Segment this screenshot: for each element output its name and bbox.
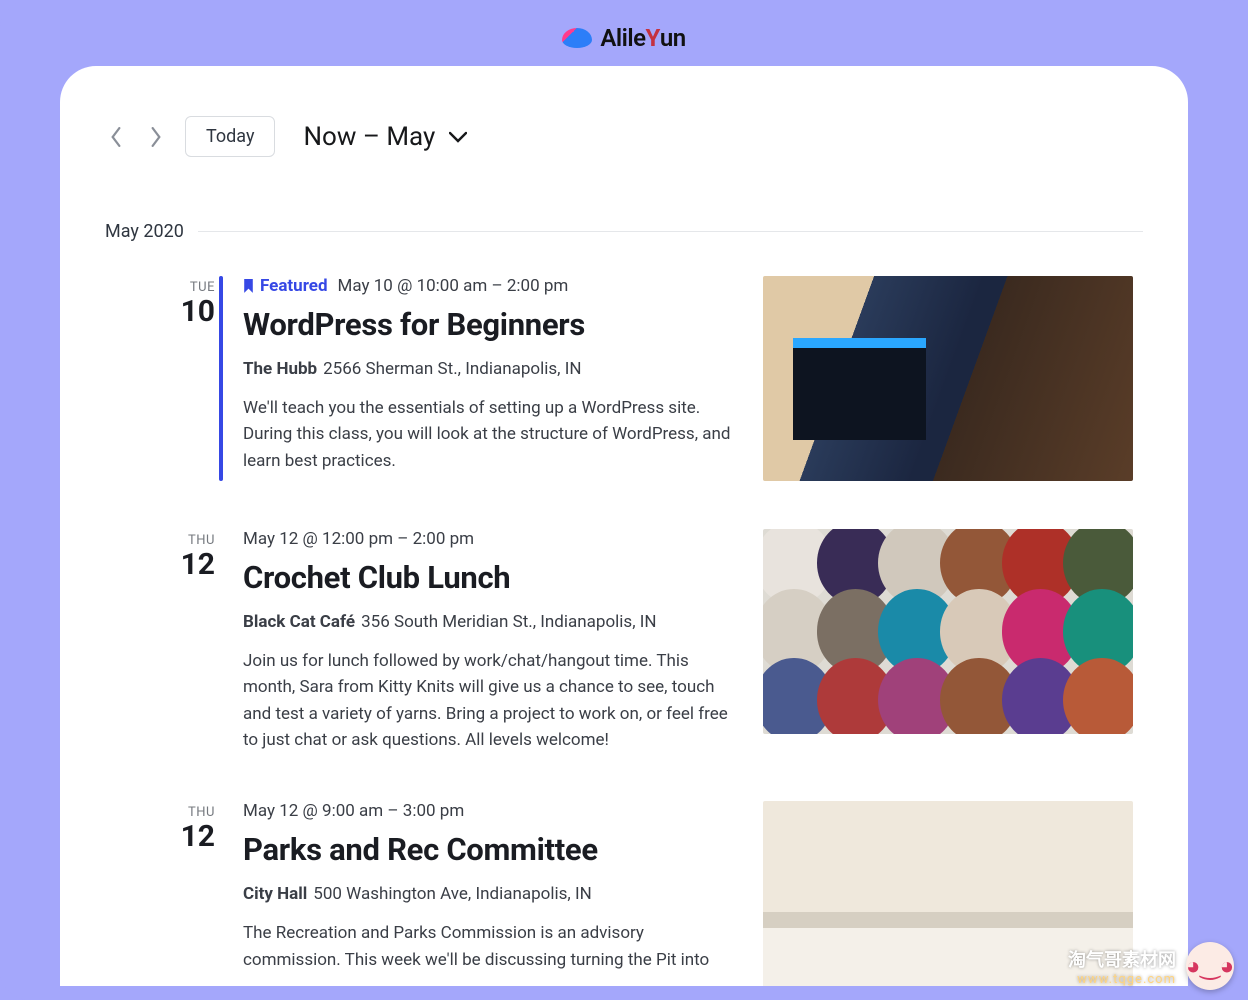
prev-button[interactable]	[105, 126, 127, 148]
day-number: 10	[105, 295, 215, 328]
event-image-wrap	[763, 276, 1143, 481]
chevron-right-icon	[150, 127, 162, 147]
event-content: May 12 @ 9:00 am – 3:00 pm Parks and Rec…	[243, 801, 735, 986]
logo-text: AlileYun	[600, 24, 685, 52]
watermark-mascot-icon: ◕‿◕	[1186, 942, 1234, 990]
event-datetime: May 10 @ 10:00 am – 2:00 pm	[338, 276, 569, 296]
event-datetime: May 12 @ 12:00 pm – 2:00 pm	[243, 529, 474, 549]
today-button[interactable]: Today	[185, 116, 275, 157]
event-description: The Recreation and Parks Commission is a…	[243, 920, 735, 973]
watermark: 淘气哥素材网 www.tqge.com ◕‿◕	[1068, 942, 1234, 990]
featured-indicator	[219, 276, 223, 481]
day-of-week: THU	[105, 533, 215, 548]
event-description: We'll teach you the essentials of settin…	[243, 395, 735, 474]
event-title[interactable]: Parks and Rec Committee	[243, 831, 735, 868]
event-meta: Featured May 10 @ 10:00 am – 2:00 pm	[243, 276, 735, 296]
event-content: Featured May 10 @ 10:00 am – 2:00 pm Wor…	[243, 276, 735, 481]
event-description: Join us for lunch followed by work/chat/…	[243, 648, 735, 753]
logo-bar: AlileYun	[60, 20, 1188, 56]
chevron-down-icon	[449, 131, 467, 143]
event-meta: May 12 @ 12:00 pm – 2:00 pm	[243, 529, 735, 549]
event-row: THU 12 May 12 @ 9:00 am – 3:00 pm Parks …	[105, 801, 1143, 986]
events-card: Today Now – May May 2020 TUE 10 Featur	[60, 66, 1188, 986]
chevron-left-icon	[110, 127, 122, 147]
event-image-wrap	[763, 529, 1143, 753]
bookmark-icon	[243, 279, 254, 294]
event-row: THU 12 May 12 @ 12:00 pm – 2:00 pm Croch…	[105, 529, 1143, 753]
watermark-url: www.tqge.com	[1068, 972, 1176, 987]
cloud-logo-icon	[562, 28, 592, 48]
page-background: AlileYun Today Now – May May 2020 TUE	[0, 0, 1248, 1000]
event-datetime: May 12 @ 9:00 am – 3:00 pm	[243, 801, 464, 821]
event-title[interactable]: WordPress for Beginners	[243, 306, 735, 343]
event-row: TUE 10 Featured May 10 @ 10:00 am – 2:00…	[105, 276, 1143, 481]
event-image[interactable]	[763, 529, 1133, 734]
event-venue: City Hall500 Washington Ave, Indianapoli…	[243, 884, 735, 904]
event-date: TUE 10	[105, 276, 215, 481]
event-meta: May 12 @ 9:00 am – 3:00 pm	[243, 801, 735, 821]
next-button[interactable]	[145, 126, 167, 148]
featured-tag: Featured	[243, 276, 328, 296]
day-of-week: THU	[105, 805, 215, 820]
event-date: THU 12	[105, 801, 215, 986]
date-range-picker[interactable]: Now – May	[303, 122, 467, 152]
day-number: 12	[105, 820, 215, 853]
event-image[interactable]	[763, 276, 1133, 481]
watermark-title: 淘气哥素材网	[1068, 946, 1176, 972]
event-date: THU 12	[105, 529, 215, 753]
month-label: May 2020	[105, 221, 184, 242]
divider	[198, 231, 1143, 232]
event-title[interactable]: Crochet Club Lunch	[243, 559, 735, 596]
month-heading: May 2020	[105, 221, 1143, 242]
event-content: May 12 @ 12:00 pm – 2:00 pm Crochet Club…	[243, 529, 735, 753]
day-of-week: TUE	[105, 280, 215, 295]
day-number: 12	[105, 548, 215, 581]
event-venue: Black Cat Café356 South Meridian St., In…	[243, 612, 735, 632]
date-range-label: Now – May	[303, 122, 435, 152]
toolbar: Today Now – May	[105, 116, 1143, 157]
event-venue: The Hubb2566 Sherman St., Indianapolis, …	[243, 359, 735, 379]
